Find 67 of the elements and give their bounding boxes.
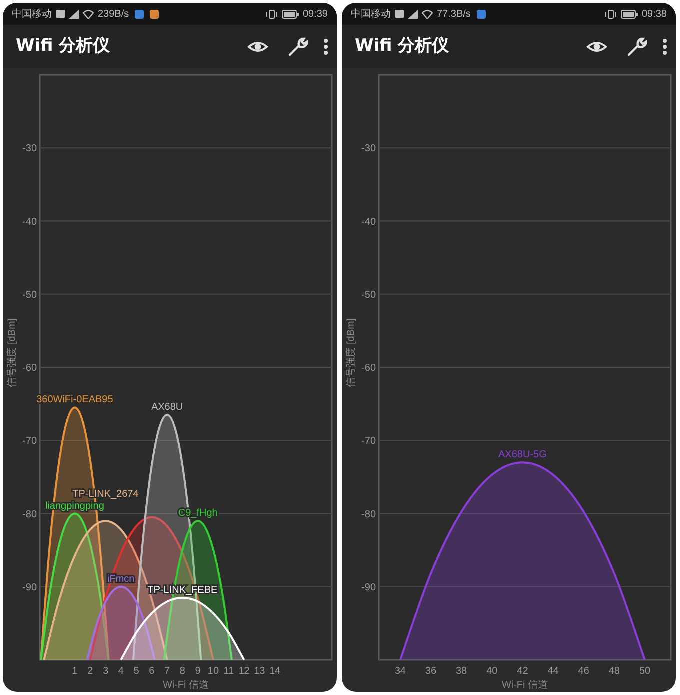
y-tick-label: -30 (22, 144, 37, 155)
sim-icon (56, 10, 65, 18)
x-tick-label: 13 (254, 666, 266, 677)
more-menu-icon[interactable] (662, 38, 668, 56)
battery-icon (282, 10, 299, 18)
y-tick-label: -80 (22, 509, 37, 520)
clock-text: 09:39 (302, 8, 328, 22)
x-tick-label: 3 (102, 666, 108, 677)
x-tick-label: 36 (425, 666, 437, 677)
x-tick-label: 48 (608, 666, 620, 677)
y-axis-title: 信号强度 [dBm] (346, 318, 357, 388)
y-tick-label: -80 (362, 509, 376, 520)
clock-text: 09:38 (642, 8, 667, 22)
x-tick-label: 7 (164, 666, 170, 677)
notification-icon (476, 10, 486, 18)
carrier-text: 中国移动 (12, 8, 52, 22)
vibrate-icon (604, 10, 617, 18)
app-title: Wifi 分析仪 (16, 34, 112, 58)
wrench-icon[interactable] (626, 36, 648, 58)
sim-icon (395, 10, 404, 18)
y-tick-label: -60 (22, 363, 37, 374)
y-axis-title: 信号强度 [dBm] (7, 318, 18, 388)
y-tick-label: -50 (22, 290, 37, 301)
network-label: 360WiFi-0EAB95 (36, 394, 114, 406)
x-tick-label: 6 (149, 666, 155, 677)
x-axis-title: Wi-Fi 信道 (162, 680, 210, 691)
wifi-icon (422, 10, 433, 18)
x-tick-label: 14 (269, 666, 281, 677)
y-tick-label: -30 (362, 144, 376, 155)
x-tick-label: 34 (394, 666, 406, 677)
signal-icon (69, 10, 79, 18)
x-tick-label: 2 (88, 666, 94, 677)
y-tick-label: -70 (22, 436, 37, 448)
network-speed-text: 239B/s (98, 8, 130, 22)
wifi-icon (83, 10, 94, 18)
battery-icon (620, 10, 638, 18)
network-label: AX68U (151, 402, 184, 414)
x-tick-label: 9 (195, 666, 201, 677)
x-tick-label: 50 (639, 666, 651, 677)
x-tick-label: 11 (224, 666, 234, 677)
vibrate-icon (266, 10, 278, 18)
y-tick-label: -70 (362, 436, 376, 448)
x-tick-label: 8 (180, 666, 186, 677)
x-tick-label: 5 (134, 666, 140, 677)
x-axis-title: Wi-Fi 信道 (502, 680, 548, 691)
x-tick-label: 46 (578, 666, 590, 677)
x-tick-label: 44 (548, 666, 559, 677)
y-tick-label: -40 (362, 216, 376, 228)
more-menu-icon[interactable] (323, 38, 329, 56)
x-tick-label: 4 (118, 666, 124, 677)
x-tick-label: 42 (517, 666, 528, 677)
signal-icon (408, 10, 418, 18)
y-tick-label: -50 (362, 290, 376, 301)
carrier-text: 中国移动 (351, 8, 391, 22)
y-tick-label: -90 (362, 582, 376, 594)
network-label: AX68U-5G (498, 450, 547, 461)
x-tick-label: 1 (72, 666, 78, 677)
y-tick-label: -60 (362, 363, 376, 374)
x-tick-label: 10 (208, 666, 220, 677)
network-speed-text: 77.3B/s (437, 8, 471, 22)
app-title: Wifi 分析仪 (355, 34, 450, 58)
y-tick-label: -90 (22, 582, 37, 594)
x-tick-label: 40 (486, 666, 498, 677)
y-tick-label: -40 (22, 216, 37, 228)
x-tick-label: 12 (238, 666, 250, 677)
wrench-icon[interactable] (287, 36, 309, 58)
x-tick-label: 38 (456, 666, 468, 677)
